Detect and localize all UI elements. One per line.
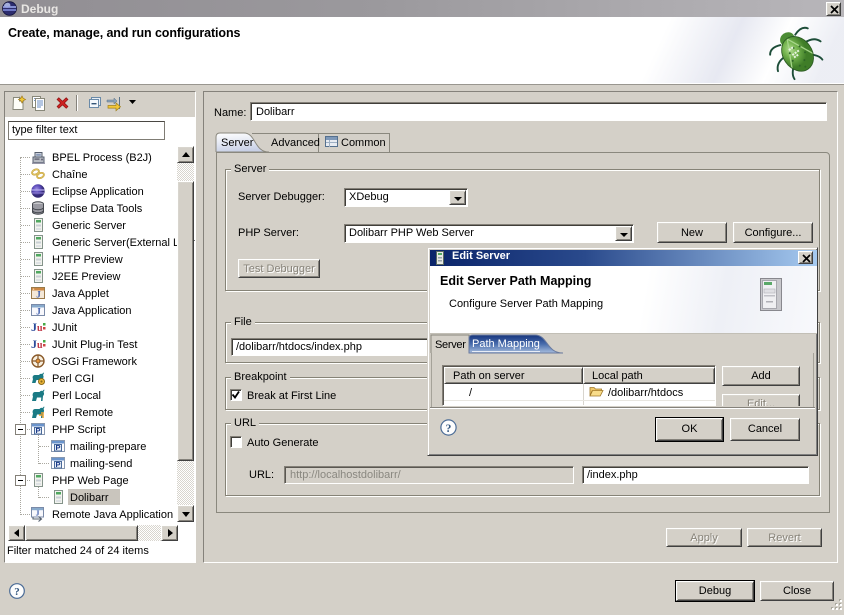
svg-text:?: ? — [14, 586, 20, 598]
svg-text:P: P — [55, 443, 60, 452]
svg-text:P: P — [55, 460, 60, 469]
svg-text:J: J — [36, 290, 41, 300]
svg-text:u: u — [37, 340, 43, 351]
svg-text:u: u — [37, 323, 43, 334]
svg-text:J: J — [36, 509, 40, 518]
svg-text:J: J — [36, 307, 41, 317]
svg-text:?: ? — [446, 423, 452, 435]
svg-text:P: P — [35, 426, 40, 435]
